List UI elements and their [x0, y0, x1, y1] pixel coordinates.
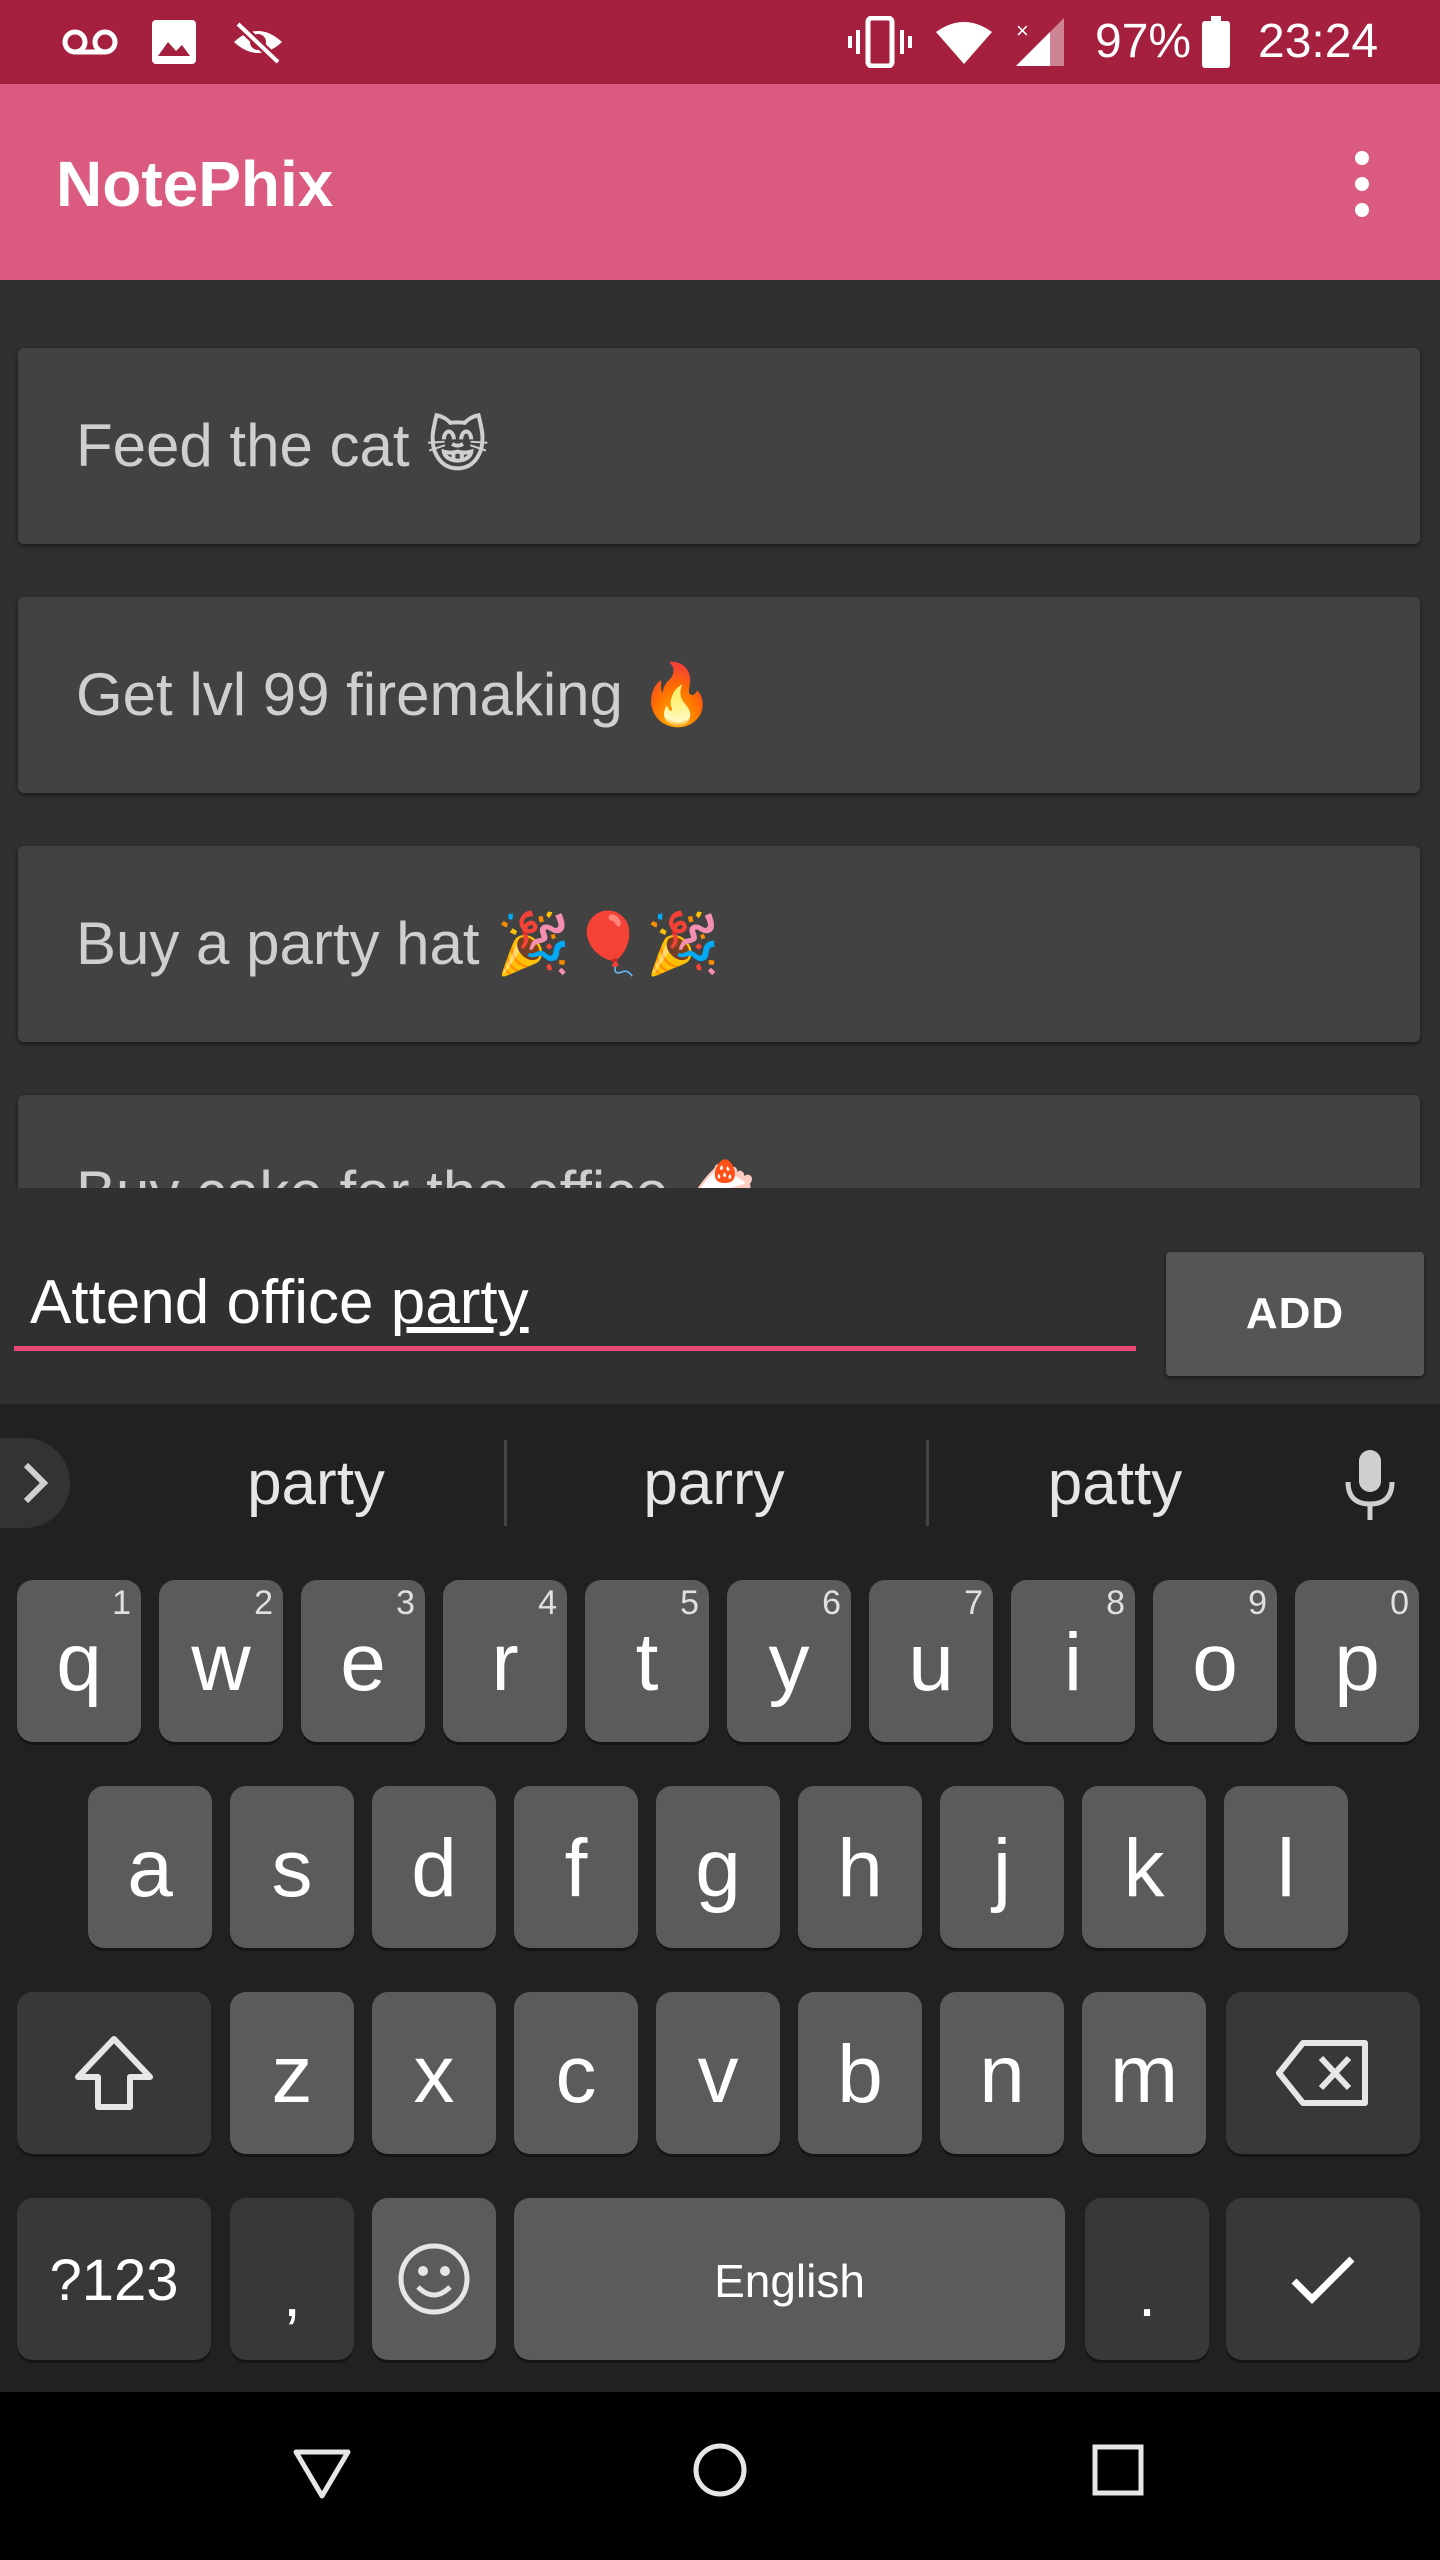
- note-card[interactable]: Buy a party hat 🎉🎈🎉: [18, 846, 1420, 1042]
- key-m[interactable]: m: [1082, 1992, 1206, 2154]
- note-emoji: 🎉🎈🎉: [496, 910, 721, 977]
- back-icon[interactable]: [290, 2444, 354, 2504]
- shift-key[interactable]: [17, 1992, 211, 2154]
- key-r[interactable]: r4: [443, 1580, 567, 1742]
- key-k[interactable]: k: [1082, 1786, 1206, 1948]
- period-key[interactable]: .: [1085, 2198, 1209, 2360]
- key-x[interactable]: x: [372, 1992, 496, 2154]
- key-q[interactable]: q1: [17, 1580, 141, 1742]
- backspace-key[interactable]: [1226, 1992, 1420, 2154]
- key-s[interactable]: s: [230, 1786, 354, 1948]
- more-vert-icon[interactable]: [1332, 144, 1392, 224]
- key-d[interactable]: d: [372, 1786, 496, 1948]
- note-text: Get lvl 99 firemaking 🔥: [76, 661, 715, 728]
- clock: 23:24: [1258, 15, 1379, 68]
- note-text: Feed the cat 😸: [76, 412, 489, 479]
- note-emoji: 🔥: [639, 661, 715, 728]
- symbols-key[interactable]: ?123: [17, 2198, 211, 2360]
- key-n[interactable]: n: [940, 1992, 1064, 2154]
- key-l[interactable]: l: [1224, 1786, 1348, 1948]
- suggestion-strip: party parry patty: [0, 1404, 1440, 1556]
- mic-icon[interactable]: [1340, 1448, 1400, 1522]
- battery-percent: 97%: [1095, 15, 1192, 68]
- input-value: Attend office party: [30, 1268, 529, 1337]
- backspace-icon: [1276, 2040, 1368, 2106]
- emoji-key[interactable]: [372, 2198, 496, 2360]
- add-note-bar: Attend office party ADD: [0, 1188, 1440, 1404]
- space-key[interactable]: English: [514, 2198, 1065, 2360]
- note-text: Buy a party hat 🎉🎈🎉: [76, 910, 721, 977]
- keyboard: party parry patty q1 w2 e3 r4 t5 y6 u7 i…: [0, 1404, 1440, 2392]
- note-card[interactable]: Buy cake for the office 🍰: [18, 1095, 1420, 1188]
- key-z[interactable]: z: [230, 1992, 354, 2154]
- key-b[interactable]: b: [798, 1992, 922, 2154]
- note-card[interactable]: Get lvl 99 firemaking 🔥: [18, 597, 1420, 793]
- input-underline: [14, 1346, 1136, 1351]
- key-e[interactable]: e3: [301, 1580, 425, 1742]
- key-w[interactable]: w2: [159, 1580, 283, 1742]
- key-u[interactable]: u7: [869, 1580, 993, 1742]
- key-j[interactable]: j: [940, 1786, 1064, 1948]
- key-o[interactable]: o9: [1153, 1580, 1277, 1742]
- key-g[interactable]: g: [656, 1786, 780, 1948]
- image-icon: [150, 18, 198, 66]
- app-title: NotePhix: [56, 148, 334, 220]
- eye-off-icon: [230, 18, 286, 66]
- svg-text:×: ×: [1016, 18, 1029, 43]
- chevron-right-icon[interactable]: [0, 1438, 70, 1528]
- comma-key[interactable]: ,: [230, 2198, 354, 2360]
- add-button-label: ADD: [1245, 1289, 1345, 1338]
- key-h[interactable]: h: [798, 1786, 922, 1948]
- check-icon: [1291, 2256, 1355, 2304]
- key-y[interactable]: y6: [727, 1580, 851, 1742]
- wifi-icon: [934, 18, 994, 66]
- note-input[interactable]: Attend office party: [14, 1258, 1136, 1354]
- shift-icon: [75, 2036, 153, 2110]
- recents-icon[interactable]: [1090, 2442, 1146, 2498]
- add-button[interactable]: ADD: [1166, 1252, 1424, 1376]
- app-bar: NotePhix: [0, 84, 1440, 280]
- status-bar: × 97% 23:24: [0, 0, 1440, 84]
- key-c[interactable]: c: [514, 1992, 638, 2154]
- key-t[interactable]: t5: [585, 1580, 709, 1742]
- battery-icon: [1202, 16, 1230, 68]
- suggestion-2[interactable]: parry: [516, 1444, 912, 1524]
- key-a[interactable]: a: [88, 1786, 212, 1948]
- signal-icon: ×: [1014, 18, 1066, 66]
- key-p[interactable]: p0: [1295, 1580, 1419, 1742]
- enter-key[interactable]: [1226, 2198, 1420, 2360]
- key-i[interactable]: i8: [1011, 1580, 1135, 1742]
- suggestion-3[interactable]: patty: [928, 1444, 1302, 1524]
- composing-word: party: [390, 1268, 529, 1337]
- key-f[interactable]: f: [514, 1786, 638, 1948]
- suggestion-1[interactable]: party: [120, 1444, 512, 1524]
- vibrate-icon: [848, 16, 912, 68]
- voicemail-icon: [62, 18, 118, 66]
- notes-list[interactable]: Feed the cat 😸 Get lvl 99 firemaking 🔥 B…: [0, 280, 1440, 1188]
- smiley-icon: [398, 2243, 470, 2315]
- note-card[interactable]: Feed the cat 😸: [18, 348, 1420, 544]
- navigation-bar: [0, 2392, 1440, 2560]
- note-emoji: 😸: [426, 412, 489, 479]
- note-emoji: 🍰: [685, 1159, 760, 1188]
- key-v[interactable]: v: [656, 1992, 780, 2154]
- note-text: Buy cake for the office 🍰: [76, 1157, 760, 1188]
- suggestion-divider: [504, 1440, 507, 1526]
- home-icon[interactable]: [690, 2440, 750, 2500]
